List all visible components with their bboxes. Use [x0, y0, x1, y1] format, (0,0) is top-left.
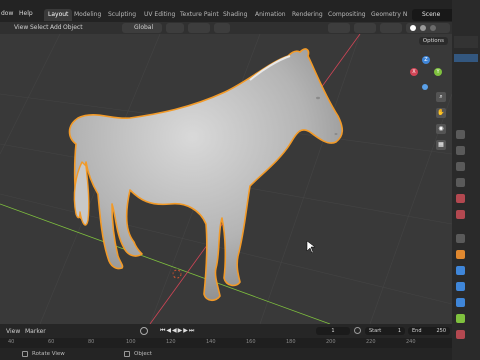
- ruler-tick: 220: [366, 339, 376, 345]
- rendered-shading-icon[interactable]: [430, 25, 436, 31]
- tab-compositing[interactable]: Compositing: [324, 9, 370, 21]
- menu-window[interactable]: dow: [1, 10, 13, 17]
- visibility-dropdown[interactable]: [328, 23, 350, 33]
- perspective-toggle-icon[interactable]: ▦: [436, 140, 446, 150]
- x-axis-handle[interactable]: X: [410, 68, 418, 76]
- outliner-selected-row[interactable]: [454, 54, 478, 62]
- menu-add[interactable]: Add: [50, 24, 62, 31]
- material-shading-icon[interactable]: [420, 25, 426, 31]
- ruler-tick: 180: [286, 339, 296, 345]
- outliner-strip[interactable]: [454, 36, 478, 48]
- current-frame-field[interactable]: 1: [316, 327, 350, 335]
- start-label: Start: [369, 328, 382, 334]
- solid-shading-icon[interactable]: [410, 25, 416, 31]
- constraints-properties-icon[interactable]: [456, 314, 465, 323]
- timeline-header: View Marker ⏮◀◀▶▶⏭ 1 Start 1 End 250: [0, 324, 452, 338]
- scene-properties-icon[interactable]: [456, 194, 465, 203]
- start-value: 1: [397, 328, 401, 334]
- snap-toggle[interactable]: [188, 23, 210, 33]
- menu-select[interactable]: Select: [30, 24, 49, 31]
- navigation-gizmo[interactable]: Z Y X: [406, 56, 446, 96]
- status-center-text: Object: [134, 351, 152, 357]
- camera-view-icon[interactable]: ◉: [436, 124, 446, 134]
- tab-animation[interactable]: Animation: [251, 9, 290, 21]
- ruler-tick: 40: [8, 339, 15, 345]
- neg-z-handle[interactable]: [422, 84, 428, 90]
- menu-view[interactable]: View: [14, 24, 28, 31]
- timeline-ruler[interactable]: 40 60 80 100 120 140 160 180 200 220 240: [0, 338, 452, 348]
- 3d-viewport[interactable]: Options Z Y X ⌕ ✋ ◉ ▦: [0, 34, 452, 324]
- physics-properties-icon[interactable]: [456, 298, 465, 307]
- tab-layout[interactable]: Layout: [44, 9, 73, 21]
- menu-help[interactable]: Help: [19, 10, 33, 17]
- ruler-tick: 200: [326, 339, 336, 345]
- end-label: End: [412, 328, 422, 334]
- end-frame-field[interactable]: End 250: [408, 327, 450, 335]
- collection-properties-icon[interactable]: [456, 234, 465, 243]
- tab-sculpting[interactable]: Sculpting: [104, 9, 140, 21]
- tool-properties-icon[interactable]: [456, 130, 465, 139]
- shading-mode-buttons[interactable]: [406, 23, 450, 33]
- status-bar: Rotate View Object: [0, 348, 452, 360]
- viewport-header: View Select Add Object Global: [0, 22, 452, 34]
- transform-orientation-dropdown[interactable]: Global: [122, 23, 162, 33]
- ruler-tick: 240: [406, 339, 416, 345]
- tab-uv-editing[interactable]: UV Editing: [140, 9, 179, 21]
- timeline-menu-marker[interactable]: Marker: [25, 328, 46, 335]
- mouse-icon: [22, 351, 28, 357]
- start-frame-field[interactable]: Start 1: [365, 327, 405, 335]
- world-properties-icon[interactable]: [456, 210, 465, 219]
- menu-object[interactable]: Object: [63, 24, 83, 31]
- ruler-tick: 160: [246, 339, 256, 345]
- hand-pan-icon[interactable]: ✋: [436, 108, 446, 118]
- viewport-scene: [0, 34, 452, 324]
- top-menu-bar: dow Help Layout Modeling Sculpting UV Ed…: [0, 0, 480, 22]
- object-properties-icon[interactable]: [456, 250, 465, 259]
- ruler-tick: 120: [166, 339, 176, 345]
- end-value: 250: [436, 328, 446, 334]
- pivot-dropdown[interactable]: [166, 23, 184, 33]
- tab-rendering[interactable]: Rendering: [288, 9, 327, 21]
- view-layer-properties-icon[interactable]: [456, 178, 465, 187]
- output-properties-icon[interactable]: [456, 162, 465, 171]
- scene-name: Scene: [422, 11, 441, 18]
- overlay-toggle[interactable]: [380, 23, 402, 33]
- proportional-edit-toggle[interactable]: [214, 23, 230, 33]
- tab-texture-paint[interactable]: Texture Paint: [176, 9, 223, 21]
- render-properties-icon[interactable]: [456, 146, 465, 155]
- z-axis-handle[interactable]: Z: [422, 56, 430, 64]
- ruler-tick: 80: [88, 339, 95, 345]
- orientation-label: Global: [134, 24, 154, 31]
- timeline-menu-view[interactable]: View: [6, 328, 20, 335]
- tab-geometry-nodes[interactable]: Geometry N: [367, 9, 411, 21]
- material-properties-icon[interactable]: [456, 330, 465, 339]
- ruler-tick: 100: [126, 339, 136, 345]
- properties-panel: [452, 0, 480, 360]
- mouse-icon: [124, 351, 130, 357]
- zoom-icon[interactable]: ⌕: [436, 92, 446, 102]
- horse-model[interactable]: [68, 48, 344, 302]
- modifier-properties-icon[interactable]: [456, 266, 465, 275]
- particles-properties-icon[interactable]: [456, 282, 465, 291]
- tab-shading[interactable]: Shading: [219, 9, 251, 21]
- ruler-tick: 60: [48, 339, 55, 345]
- tab-modeling[interactable]: Modeling: [70, 9, 105, 21]
- gizmo-toggle[interactable]: [354, 23, 376, 33]
- status-left-text: Rotate View: [32, 351, 65, 357]
- ruler-tick: 140: [206, 339, 216, 345]
- record-icon[interactable]: [140, 327, 148, 335]
- mouse-pointer-icon: [306, 240, 316, 254]
- y-axis-handle[interactable]: Y: [434, 68, 442, 76]
- options-dropdown[interactable]: Options: [418, 37, 448, 45]
- playback-controls-icon[interactable]: ⏮◀◀▶▶⏭: [160, 327, 195, 335]
- clock-icon: [354, 327, 361, 334]
